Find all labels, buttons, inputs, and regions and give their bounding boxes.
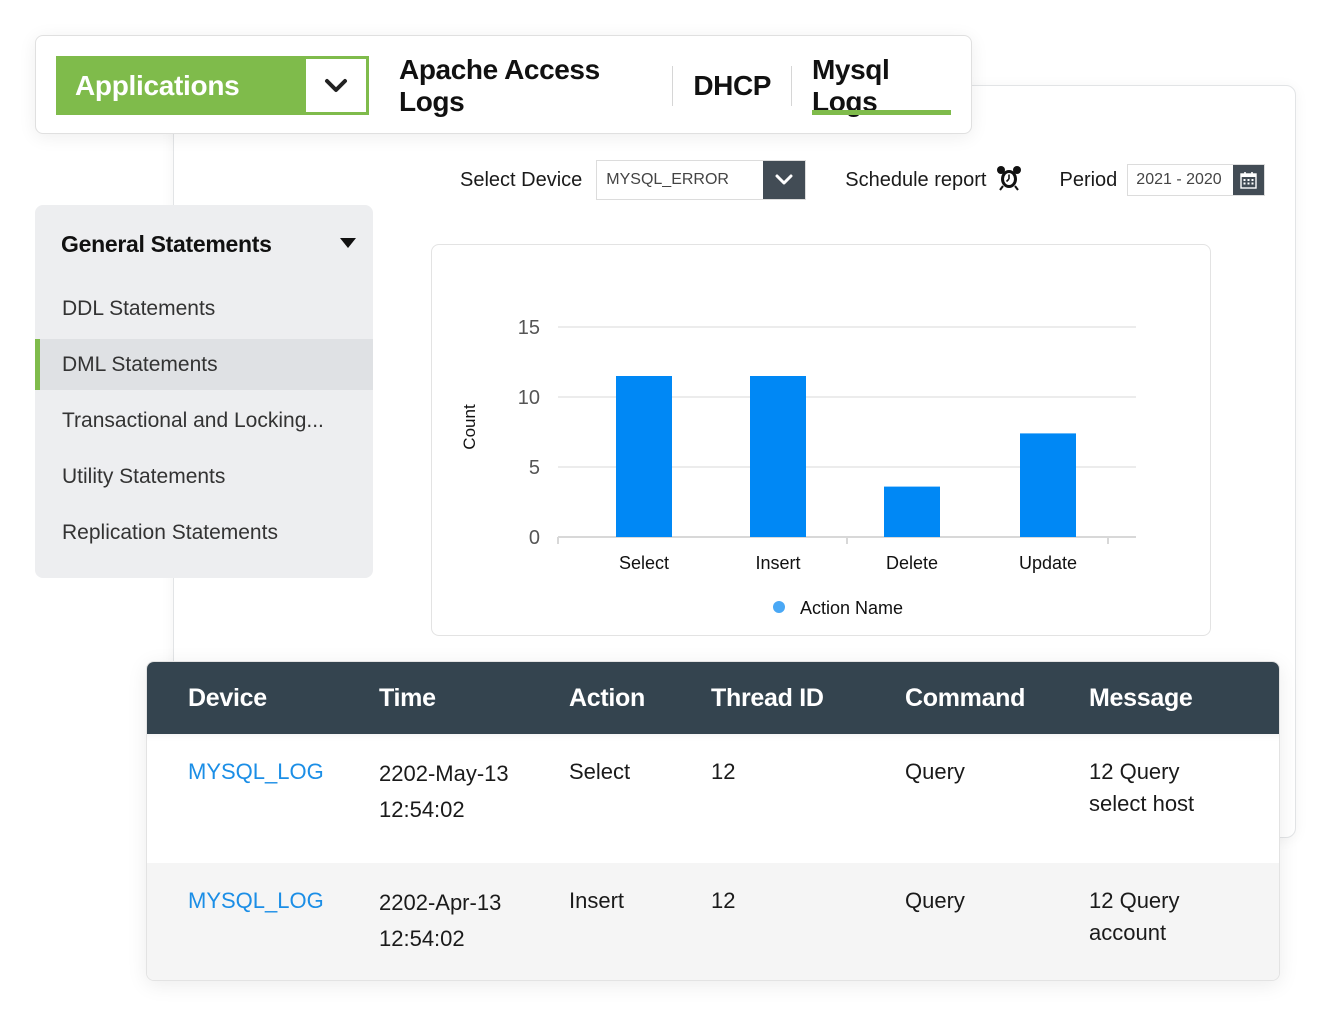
statements-sidebar: General Statements DDL Statements DML St…	[35, 205, 373, 578]
schedule-report-label: Schedule report	[845, 168, 987, 191]
command-cell: Query	[905, 759, 965, 784]
command-cell: Query	[905, 888, 965, 913]
legend-dot	[773, 601, 785, 613]
sidebar-item-dml-statements[interactable]: DML Statements	[35, 339, 373, 390]
time-date: 2202-May-13	[379, 761, 509, 786]
bar-select	[616, 376, 672, 537]
bar-insert	[750, 376, 806, 537]
x-tick-label: Delete	[886, 553, 938, 573]
message-line: 12 Query	[1089, 759, 1180, 784]
thread-id-cell: 12	[711, 888, 736, 913]
x-tick-label: Insert	[755, 553, 800, 573]
x-tick-label: Update	[1019, 553, 1077, 573]
device-select-value: MYSQL_ERROR	[606, 171, 729, 188]
sidebar-item-transactional-locking[interactable]: Transactional and Locking...	[35, 395, 373, 446]
top-nav: Applications Apache Access Logs DHCP Mys…	[35, 35, 972, 134]
action-cell: Insert	[569, 888, 625, 913]
period-label: Period	[1059, 168, 1118, 191]
general-statements-header[interactable]: General Statements	[61, 231, 357, 258]
sidebar-item-ddl-statements[interactable]: DDL Statements	[35, 283, 373, 334]
column-header-thread-id[interactable]: Thread ID	[711, 684, 824, 713]
device-link[interactable]: MYSQL_LOG	[188, 885, 324, 917]
thread-id-cell: 12	[711, 759, 736, 784]
applications-dropdown-label: Applications	[75, 69, 240, 101]
table-row: MYSQL_LOG 2202-Apr-13 12:54:02 Insert 12…	[147, 863, 1279, 980]
bar-chart-card: 0 5 10 15 Select Insert Delete Update Count Actio…	[431, 244, 1211, 636]
y-axis-label: Count	[460, 404, 479, 450]
bar-delete	[884, 486, 940, 537]
calendar-icon[interactable]	[1233, 165, 1265, 195]
legend-label: Action Name	[800, 598, 903, 618]
time-date: 2202-Apr-13	[379, 890, 502, 915]
chevron-down-icon[interactable]	[763, 161, 806, 199]
column-header-command[interactable]: Command	[905, 684, 1025, 713]
column-header-message[interactable]: Message	[1089, 684, 1193, 713]
bar-chart: 0 5 10 15 Select Insert Delete Update Count Actio…	[460, 317, 1136, 618]
tab-dhcp[interactable]: DHCP	[673, 56, 791, 115]
tab-apache-access-logs[interactable]: Apache Access Logs	[379, 54, 672, 117]
column-header-device[interactable]: Device	[188, 684, 267, 713]
log-tabs: Apache Access Logs DHCP Mysql Logs	[379, 54, 971, 117]
time-cell: 2202-Apr-13 12:54:02	[379, 885, 501, 957]
message-line: 12 Query	[1089, 888, 1180, 913]
chevron-down-icon[interactable]	[306, 59, 366, 112]
y-tick-label: 10	[518, 387, 540, 409]
table-row: MYSQL_LOG 2202-May-13 12:54:02 Select 12…	[147, 734, 1279, 863]
applications-dropdown[interactable]: Applications	[56, 56, 369, 115]
message-cell: 12 Query account	[1089, 885, 1229, 949]
message-line: select host	[1089, 791, 1195, 816]
schedule-report-button[interactable]: Schedule report	[845, 165, 1022, 196]
period-input[interactable]: 2021 - 2020	[1127, 164, 1266, 196]
device-link[interactable]: MYSQL_LOG	[188, 756, 324, 788]
column-header-time[interactable]: Time	[379, 684, 436, 713]
report-toolbar: Select Device MYSQL_ERROR Schedule repor…	[460, 160, 1266, 200]
y-tick-label: 15	[518, 317, 540, 339]
tab-mysql-logs[interactable]: Mysql Logs	[792, 54, 971, 117]
period-value: 2021 - 2020	[1136, 171, 1222, 188]
message-cell: 12 Query select host	[1089, 756, 1229, 820]
sidebar-item-utility-statements[interactable]: Utility Statements	[35, 451, 373, 502]
time-clock: 12:54:02	[379, 926, 465, 951]
caret-down-icon[interactable]	[339, 236, 357, 254]
y-tick-label: 5	[529, 457, 540, 479]
logs-table: Device Time Action Thread ID Command Mes…	[146, 661, 1280, 981]
time-clock: 12:54:02	[379, 797, 465, 822]
action-cell: Select	[569, 759, 631, 784]
y-tick-label: 0	[529, 527, 540, 549]
period-picker: Period 2021 - 2020	[1059, 164, 1266, 196]
select-device-label: Select Device	[460, 168, 583, 191]
table-header: Device Time Action Thread ID Command Mes…	[147, 662, 1279, 734]
device-select[interactable]: MYSQL_ERROR	[596, 160, 807, 200]
column-header-action[interactable]: Action	[569, 684, 645, 713]
sidebar-header-label: General Statements	[61, 231, 272, 257]
alarm-clock-icon[interactable]	[996, 165, 1022, 196]
bar-update	[1020, 433, 1076, 537]
x-tick-label: Select	[619, 553, 669, 573]
time-cell: 2202-May-13 12:54:02	[379, 756, 509, 828]
message-line: account	[1089, 920, 1167, 945]
sidebar-item-replication-statements[interactable]: Replication Statements	[35, 507, 373, 558]
